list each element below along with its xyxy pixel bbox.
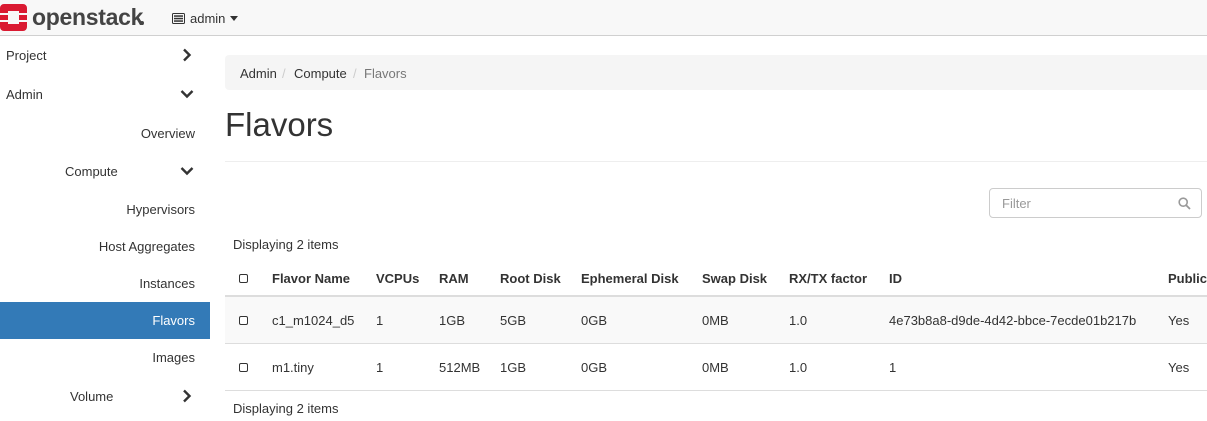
sidebar-item-overview[interactable]: Overview — [0, 115, 210, 152]
cell-ephemeral-disk: 0GB — [581, 313, 608, 328]
openstack-logo-icon — [0, 4, 27, 31]
sidebar-item-project[interactable]: Project — [0, 37, 210, 74]
item-count-bottom: Displaying 2 items — [233, 401, 339, 416]
cell-ram: 1GB — [439, 313, 466, 328]
sidebar-item-flavors[interactable]: Flavors — [0, 302, 210, 339]
cell-rxtx-factor: 1.0 — [789, 313, 808, 328]
cell-swap-disk: 0MB — [702, 360, 729, 375]
chevron-right-icon — [183, 48, 192, 62]
cell-flavor-name: m1.tiny — [272, 360, 314, 375]
sidebar: Project Admin Overview Compute Hyperviso… — [0, 37, 210, 421]
cell-root-disk: 5GB — [500, 313, 527, 328]
breadcrumb-compute[interactable]: Compute — [294, 66, 347, 81]
sidebar-item-admin[interactable]: Admin — [0, 76, 210, 113]
chevron-down-icon — [180, 90, 194, 99]
select-all-checkbox[interactable] — [239, 274, 248, 283]
breadcrumb: Admin / Compute / Flavors — [225, 55, 1207, 90]
column-header-ephemeral-disk[interactable]: Ephemeral Disk — [581, 271, 679, 286]
sidebar-item-label: Project — [6, 48, 47, 63]
top-navbar: openstack admin — [0, 0, 1207, 36]
cell-flavor-name: c1_m1024_d5 — [272, 313, 355, 328]
breadcrumb-separator: / — [282, 66, 286, 81]
cell-public: Yes — [1168, 313, 1190, 328]
column-header-swap-disk[interactable]: Swap Disk — [702, 271, 767, 286]
cell-id: 4e73b8a8-d9de-4d42-bbce-7ecde01b217b — [889, 313, 1137, 328]
filter-field[interactable] — [989, 188, 1202, 218]
sidebar-item-instances[interactable]: Instances — [0, 265, 210, 302]
item-count-top: Displaying 2 items — [233, 237, 339, 252]
column-header-rxtx-factor[interactable]: RX/TX factor — [789, 271, 867, 286]
cell-root-disk: 1GB — [500, 360, 527, 375]
project-dropdown[interactable]: admin — [172, 10, 239, 26]
row-checkbox[interactable] — [239, 316, 248, 325]
breadcrumb-admin[interactable]: Admin — [240, 66, 277, 81]
server-list-icon — [172, 12, 185, 24]
search-icon[interactable] — [1178, 197, 1191, 210]
breadcrumb-flavors: Flavors — [364, 66, 407, 81]
sidebar-item-images[interactable]: Images — [0, 339, 210, 376]
table-header-row: Flavor Name VCPUs RAM Root Disk Ephemera… — [225, 262, 1207, 297]
sidebar-item-label: Hypervisors — [126, 202, 195, 217]
column-header-root-disk[interactable]: Root Disk — [500, 271, 561, 286]
project-dropdown-label: admin — [190, 10, 226, 26]
cell-public: Yes — [1168, 360, 1190, 375]
cell-id: 1 — [889, 360, 897, 375]
sidebar-item-label: Flavors — [152, 313, 195, 328]
table-row: m1.tiny 1 512MB 1GB 0GB 0MB 1.0 1 Yes — [225, 344, 1207, 391]
row-checkbox[interactable] — [239, 363, 248, 372]
title-divider — [225, 161, 1207, 162]
sidebar-item-label: Host Aggregates — [98, 239, 195, 254]
sidebar-item-label: Compute — [65, 164, 118, 179]
filter-input[interactable] — [991, 190, 1182, 216]
page-title: Flavors — [225, 106, 334, 143]
column-header-public[interactable]: Public — [1168, 271, 1207, 286]
breadcrumb-separator: / — [353, 66, 357, 81]
brand-trademark-dot — [140, 21, 144, 25]
column-header-vcpus[interactable]: VCPUs — [376, 271, 419, 286]
brand-name: openstack — [32, 4, 144, 30]
sidebar-item-label: Volume — [70, 389, 114, 404]
sidebar-item-label: Overview — [140, 126, 195, 141]
cell-ram: 512MB — [439, 360, 481, 375]
cell-ephemeral-disk: 0GB — [581, 360, 608, 375]
caret-down-icon — [230, 15, 239, 21]
sidebar-item-label: Instances — [139, 276, 195, 291]
chevron-down-icon — [180, 167, 194, 176]
cell-swap-disk: 0MB — [702, 313, 729, 328]
sidebar-item-label: Images — [152, 350, 195, 365]
column-header-ram[interactable]: RAM — [439, 271, 469, 286]
sidebar-item-label: Admin — [6, 87, 43, 102]
sidebar-item-volume[interactable]: Volume — [0, 378, 210, 415]
column-header-flavor-name[interactable]: Flavor Name — [272, 271, 350, 286]
sidebar-item-hypervisors[interactable]: Hypervisors — [0, 191, 210, 228]
table-row: c1_m1024_d5 1 1GB 5GB 0GB 0MB 1.0 4e73b8… — [225, 297, 1207, 344]
brand-logo[interactable]: openstack — [0, 4, 150, 32]
cell-rxtx-factor: 1.0 — [789, 360, 808, 375]
cell-vcpus: 1 — [376, 360, 384, 375]
column-header-id[interactable]: ID — [889, 271, 902, 286]
sidebar-item-compute[interactable]: Compute — [0, 153, 210, 190]
cell-vcpus: 1 — [376, 313, 384, 328]
chevron-right-icon — [183, 389, 192, 403]
sidebar-item-host-aggregates[interactable]: Host Aggregates — [0, 228, 210, 265]
flavors-table: Flavor Name VCPUs RAM Root Disk Ephemera… — [225, 262, 1207, 391]
